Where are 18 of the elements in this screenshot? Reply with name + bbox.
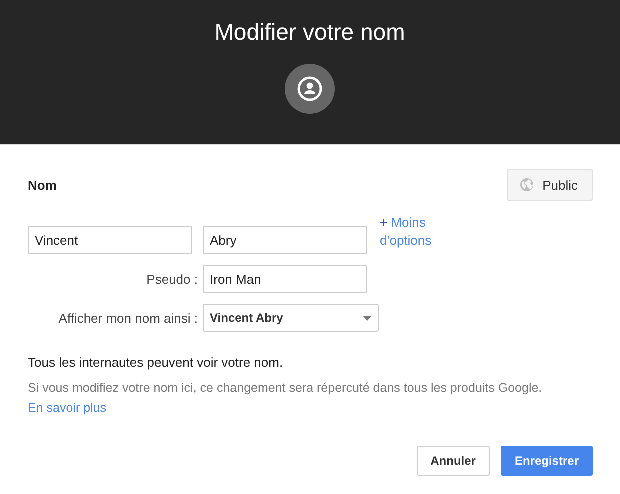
learn-more-link[interactable]: En savoir plus: [28, 401, 107, 415]
dialog-title: Modifier votre nom: [214, 18, 406, 46]
last-name-field[interactable]: Abry: [203, 226, 367, 254]
section-title: Nom: [28, 178, 57, 193]
first-name-field[interactable]: Vincent: [28, 226, 192, 254]
visibility-button[interactable]: Public: [506, 169, 593, 201]
caret-icon: [363, 316, 372, 320]
field-label: Afficher mon nom ainsi :: [58, 310, 198, 326]
notice-text: Tous les internautes peuvent voir votre nom.: [28, 355, 284, 370]
globe-icon: [520, 178, 534, 192]
account-icon: [285, 64, 335, 114]
options-link[interactable]: + Moins d'options: [378, 214, 450, 250]
cancel-button[interactable]: Annuler: [416, 446, 490, 476]
display-name-dropdown[interactable]: Vincent Abry: [203, 304, 379, 332]
save-button[interactable]: Enregistrer: [500, 446, 593, 476]
info-text: Si vous modifiez votre nom ici, ce changement sera répercuté dans tous les produits Google. En savoir plus: [28, 380, 544, 417]
field-label: Pseudo :: [146, 272, 198, 286]
nickname-field[interactable]: Iron Man: [203, 265, 367, 293]
